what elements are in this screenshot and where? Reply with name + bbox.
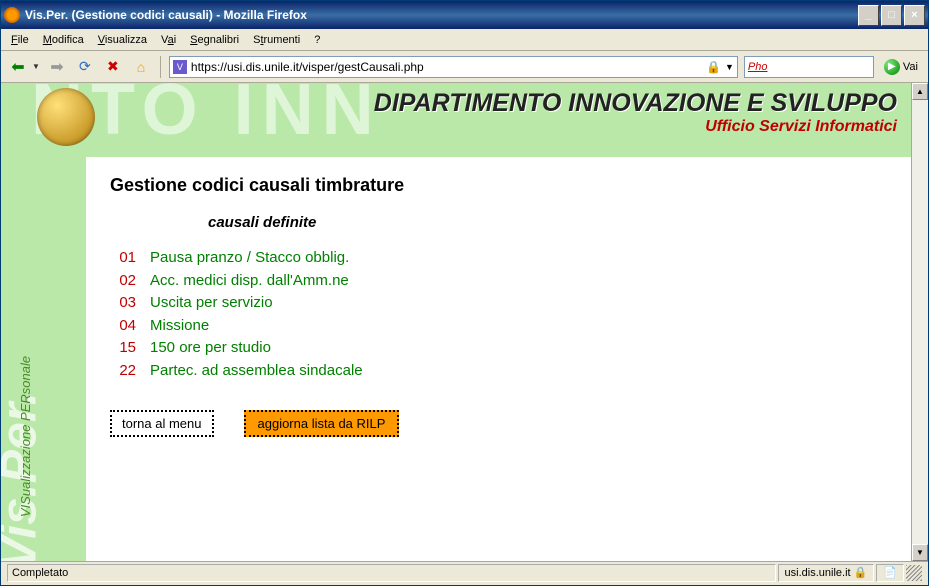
stop-button[interactable]: ✖ — [102, 56, 124, 78]
back-button[interactable]: ⬅ — [7, 56, 29, 78]
causali-code: 01 — [110, 247, 136, 270]
menu-segnalibri[interactable]: Segnalibri — [184, 32, 245, 48]
causali-code: 02 — [110, 270, 136, 293]
home-button[interactable]: ⌂ — [130, 56, 152, 78]
department-subtitle: Ufficio Servizi Informatici — [374, 118, 897, 136]
left-rail: Vis.Per. VISualizzazione PERsonale — [1, 157, 86, 561]
department-title: DIPARTIMENTO INNOVAZIONE E SVILUPPO — [374, 89, 897, 118]
main-content: Gestione codici causali timbrature causa… — [86, 157, 911, 561]
causali-row: 03 Uscita per servizio — [110, 292, 887, 315]
causali-list: 01 Pausa pranzo / Stacco obblig. 02 Acc. me… — [110, 247, 887, 382]
causali-code: 03 — [110, 292, 136, 315]
menu-help[interactable]: ? — [308, 32, 326, 48]
menu-strumenti[interactable]: Strumenti — [247, 32, 306, 48]
causali-row: 15 150 ore per studio — [110, 337, 887, 360]
toolbar-separator — [160, 56, 161, 78]
go-button[interactable]: ▶ Vai — [880, 57, 922, 77]
search-box[interactable]: Pho — [744, 56, 874, 78]
status-extra: 📄 — [876, 564, 904, 582]
causali-desc-link[interactable]: Pausa pranzo / Stacco obblig. — [150, 247, 349, 270]
browser-viewport: NTO INN DIPARTIMENTO INNOVAZIONE E SVILU… — [1, 83, 928, 561]
update-list-button[interactable]: aggiorna lista da RILP — [244, 410, 400, 437]
causali-desc-link[interactable]: Acc. medici disp. dall'Amm.ne — [150, 270, 349, 293]
menu-vai[interactable]: Vai — [155, 32, 182, 48]
page-subheading: causali definite — [208, 214, 887, 231]
causali-code: 15 — [110, 337, 136, 360]
scroll-up-button[interactable]: ▲ — [912, 83, 928, 100]
forward-button[interactable]: ➡ — [46, 56, 68, 78]
window-titlebar: Vis.Per. (Gestione codici causali) - Moz… — [1, 1, 928, 29]
back-to-menu-button[interactable]: torna al menu — [110, 410, 214, 437]
causali-desc-link[interactable]: Partec. ad assemblea sindacale — [150, 360, 363, 383]
causali-row: 04 Missione — [110, 315, 887, 338]
status-lock-icon: 🔒 — [854, 565, 868, 581]
causali-row: 22 Partec. ad assemblea sindacale — [110, 360, 887, 383]
status-text: Completato — [7, 564, 776, 582]
window-title: Vis.Per. (Gestione codici causali) - Moz… — [25, 8, 858, 22]
causali-desc-link[interactable]: Uscita per servizio — [150, 292, 273, 315]
causali-desc-link[interactable]: 150 ore per studio — [150, 337, 271, 360]
causali-desc-link[interactable]: Missione — [150, 315, 209, 338]
status-domain: usi.dis.unile.it 🔒 — [778, 564, 875, 582]
close-button[interactable]: × — [904, 5, 925, 26]
causali-code: 22 — [110, 360, 136, 383]
visper-logo-subtitle: VISualizzazione PERsonale — [18, 356, 33, 517]
causali-row: 02 Acc. medici disp. dall'Amm.ne — [110, 270, 887, 293]
maximize-button[interactable]: □ — [881, 5, 902, 26]
minimize-button[interactable]: _ — [858, 5, 879, 26]
go-icon: ▶ — [884, 59, 900, 75]
menu-modifica[interactable]: Modifica — [37, 32, 90, 48]
url-bar[interactable]: V 🔒 ▼ — [169, 56, 738, 78]
scroll-track[interactable] — [912, 100, 928, 544]
url-input[interactable] — [191, 60, 702, 74]
lock-icon: 🔒 — [706, 60, 721, 74]
menu-file[interactable]: File — [5, 32, 35, 48]
scroll-down-button[interactable]: ▼ — [912, 544, 928, 561]
page-header-band: NTO INN DIPARTIMENTO INNOVAZIONE E SVILU… — [1, 83, 911, 157]
statusbar: Completato usi.dis.unile.it 🔒 📄 — [1, 561, 928, 583]
page-icon: 📄 — [883, 565, 897, 581]
toolbar: ⬅ ▼ ➡ ⟳ ✖ ⌂ V 🔒 ▼ Pho ▶ Vai — [1, 51, 928, 83]
causali-code: 04 — [110, 315, 136, 338]
url-dropdown-icon[interactable]: ▼ — [725, 62, 734, 72]
go-label: Vai — [903, 61, 918, 73]
firefox-icon — [4, 7, 20, 23]
site-favicon: V — [173, 60, 187, 74]
coin-logo-icon — [37, 88, 95, 146]
reload-button[interactable]: ⟳ — [74, 56, 96, 78]
resize-grip-icon[interactable] — [906, 565, 922, 581]
menubar: File Modifica Visualizza Vai Segnalibri … — [1, 29, 928, 51]
menu-visualizza[interactable]: Visualizza — [92, 32, 153, 48]
causali-row: 01 Pausa pranzo / Stacco obblig. — [110, 247, 887, 270]
page-title: Gestione codici causali timbrature — [110, 175, 887, 196]
search-engine-label: Pho — [748, 61, 870, 73]
vertical-scrollbar[interactable]: ▲ ▼ — [911, 83, 928, 561]
back-dropdown-icon[interactable]: ▼ — [32, 62, 40, 71]
